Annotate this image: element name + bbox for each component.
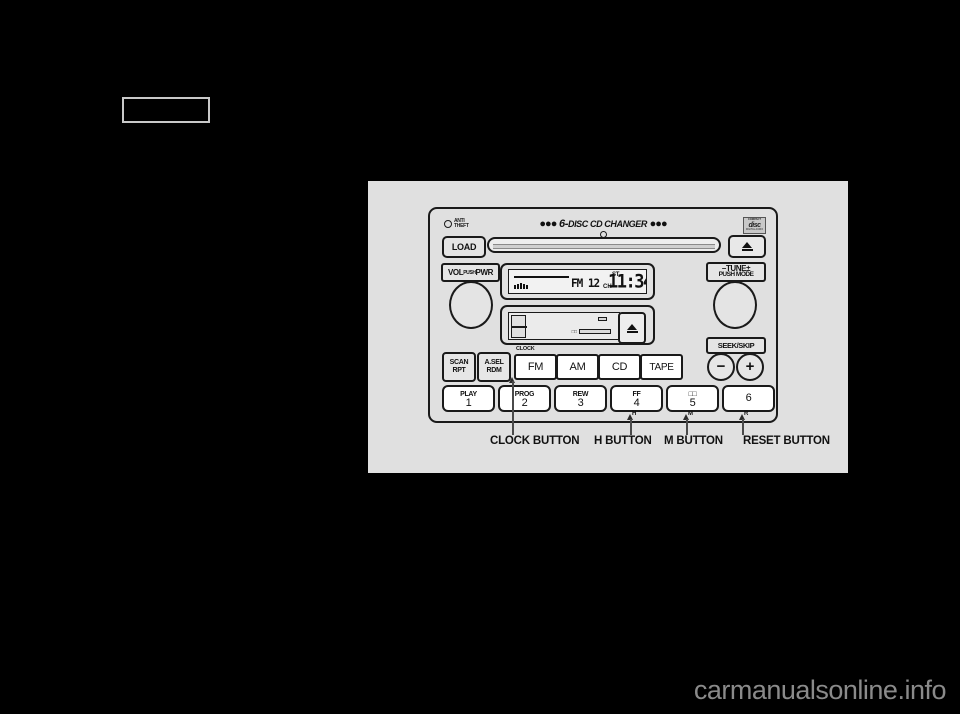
lcd-bargraph-icon: [514, 283, 528, 289]
tune-mode-knob[interactable]: [713, 281, 757, 329]
preset-2-num: 2: [521, 396, 528, 409]
brand-dots-left: ●●●: [539, 218, 557, 230]
cassette-window-icon: [579, 329, 611, 334]
lcd-display: FM 12 CH ST 11:34: [508, 269, 647, 294]
lcd-underline-icon: [514, 276, 569, 278]
radio-illustration-panel: ANTI THEFT ●●● 6-DISC CD CHANGER ●●● COM…: [368, 181, 848, 473]
preset-3-num: 3: [577, 396, 584, 409]
tune-label-line2: PUSH MODE: [718, 270, 754, 278]
cd-slot-indicator-icon: [600, 231, 607, 238]
cd-eject-button[interactable]: [728, 235, 766, 258]
preset-button-2[interactable]: PROG 2: [498, 385, 551, 412]
clock-leader-line: [512, 381, 514, 435]
volume-label-small: PUSH: [463, 269, 476, 276]
source-button-fm[interactable]: FM: [514, 354, 557, 380]
lcd-band-preset: FM 12: [571, 276, 600, 291]
seek-minus-button[interactable]: −: [707, 353, 735, 381]
preset-5-num: 5: [689, 396, 696, 409]
scan-rpt-line1: SCAN: [449, 358, 469, 366]
car-stereo-faceplate: ANTI THEFT ●●● 6-DISC CD CHANGER ●●● COM…: [428, 207, 778, 423]
preset-1-num: 1: [465, 396, 472, 409]
volume-label-end: PWR: [475, 268, 494, 277]
volume-power-knob[interactable]: [449, 281, 493, 329]
brand-title-prefix: 6-: [559, 218, 568, 230]
preset-button-5[interactable]: □□ 5: [666, 385, 719, 412]
cassette-small-window-icon: [598, 317, 607, 321]
preset-button-6[interactable]: 6: [722, 385, 775, 412]
cassette-hub-icon: [510, 315, 527, 338]
blank-note-box: [122, 97, 210, 123]
seek-plus-button[interactable]: +: [736, 353, 764, 381]
preset-button-1[interactable]: PLAY 1: [442, 385, 495, 412]
faceplate-header: ANTI THEFT ●●● 6-DISC CD CHANGER ●●● COM…: [430, 213, 776, 234]
eject-icon: [741, 242, 753, 251]
compact-disc-logo-icon: COMPACT disc DIGITAL AUDIO: [743, 217, 766, 234]
display-bezel: FM 12 CH ST 11:34: [500, 263, 655, 300]
brand-dots-right: ●●●: [649, 218, 668, 230]
scan-rpt-button[interactable]: SCAN RPT: [442, 352, 476, 382]
cassette-slot: □□: [508, 312, 620, 340]
asel-rdm-line1: A.SEL: [484, 358, 504, 366]
brand-line: ●●● 6-DISC CD CHANGER ●●●: [430, 218, 776, 230]
asel-rdm-button[interactable]: A.SEL RDM: [477, 352, 511, 382]
load-button[interactable]: LOAD: [442, 236, 486, 258]
cd-logo-bottom: DIGITAL AUDIO: [745, 228, 764, 231]
preset-button-4[interactable]: FF 4: [610, 385, 663, 412]
site-watermark: carmanualsonline.info: [693, 675, 947, 705]
cd-slot: [487, 237, 721, 253]
volume-label-main: VOL: [447, 268, 464, 277]
seek-skip-label: SEEK/SKIP: [706, 337, 766, 354]
preset-button-3[interactable]: REW 3: [554, 385, 607, 412]
cassette-bezel: □□: [500, 305, 655, 345]
scan-rpt-line2: RPT: [452, 367, 466, 374]
preset-6-num: 6: [745, 392, 752, 404]
cassette-eject-button[interactable]: [618, 312, 646, 344]
clock-micro-label: CLOCK: [516, 346, 535, 352]
callout-m-button: M BUTTON: [664, 435, 723, 447]
reset-leader-line: [742, 419, 744, 435]
brand-title: DISC CD CHANGER: [567, 219, 647, 229]
callout-clock-button: CLOCK BUTTON: [490, 435, 580, 447]
tune-label: –TUNE± PUSH MODE: [706, 262, 766, 282]
lcd-clock-time: 11:34: [608, 271, 646, 293]
preset-4-num: 4: [633, 396, 640, 409]
asel-rdm-line2: RDM: [486, 367, 502, 374]
source-button-am[interactable]: AM: [556, 354, 599, 380]
eject-icon: [626, 323, 638, 333]
source-button-cd[interactable]: CD: [598, 354, 641, 380]
callout-h-button: H BUTTON: [594, 435, 652, 447]
volume-label: VOL PUSH PWR: [441, 263, 500, 282]
source-button-tape[interactable]: TAPE: [640, 354, 683, 380]
h-leader-line: [630, 419, 632, 435]
callout-reset-button: RESET BUTTON: [743, 435, 830, 447]
dolby-label: □□: [571, 329, 577, 334]
m-leader-line: [686, 419, 688, 435]
